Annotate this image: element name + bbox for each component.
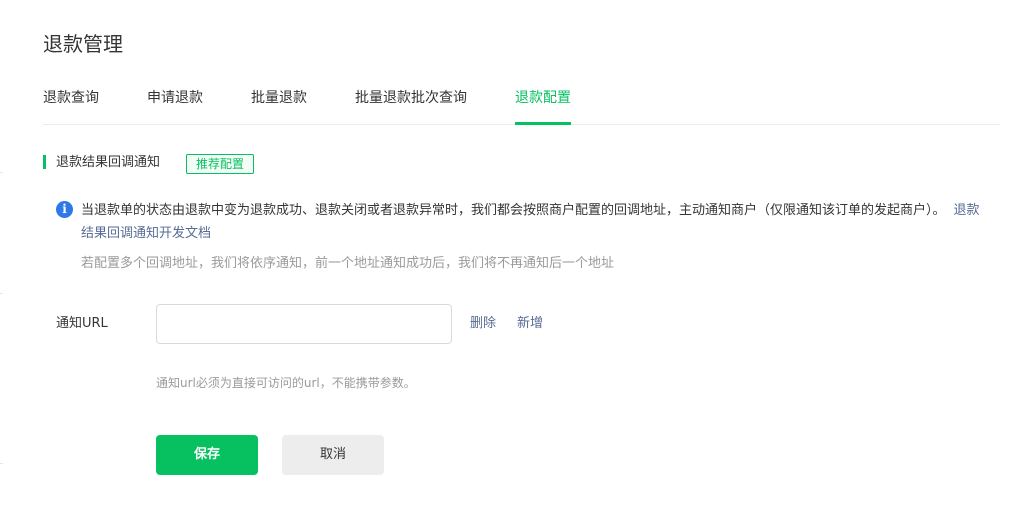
tab-apply-refund[interactable]: 申请退款	[147, 86, 203, 124]
cancel-button[interactable]: 取消	[282, 435, 384, 475]
notice-text: 当退款单的状态由退款中变为退款成功、退款关闭或者退款异常时，我们都会按照商户配置…	[81, 199, 986, 245]
save-button[interactable]: 保存	[156, 435, 258, 475]
tab-refund-config[interactable]: 退款配置	[515, 86, 571, 125]
url-hint: 通知url必须为直接可访问的url，不能携带参数。	[156, 376, 416, 390]
edge-divider	[0, 463, 3, 464]
tab-refund-query[interactable]: 退款查询	[43, 86, 99, 124]
edge-divider	[0, 172, 3, 173]
tab-bar: 退款查询 申请退款 批量退款 批量退款批次查询 退款配置	[43, 86, 1000, 125]
edge-divider	[0, 293, 3, 294]
page-title: 退款管理	[43, 32, 123, 56]
notify-url-input[interactable]	[156, 304, 452, 344]
tab-batch-refund-query[interactable]: 批量退款批次查询	[355, 86, 467, 124]
add-link[interactable]: 新增	[517, 314, 543, 334]
notice-hint: 若配置多个回调地址，我们将依序通知，前一个地址通知成功后，我们将不再通知后一个地…	[81, 256, 615, 271]
delete-link[interactable]: 删除	[470, 314, 496, 334]
section-marker	[43, 155, 46, 169]
tab-batch-refund[interactable]: 批量退款	[251, 86, 307, 124]
section-title: 退款结果回调通知	[56, 155, 161, 170]
notice-body: 当退款单的状态由退款中变为退款成功、退款关闭或者退款异常时，我们都会按照商户配置…	[81, 203, 946, 218]
recommended-badge: 推荐配置	[186, 154, 255, 174]
info-icon: i	[56, 201, 73, 218]
url-label: 通知URL	[56, 316, 108, 331]
